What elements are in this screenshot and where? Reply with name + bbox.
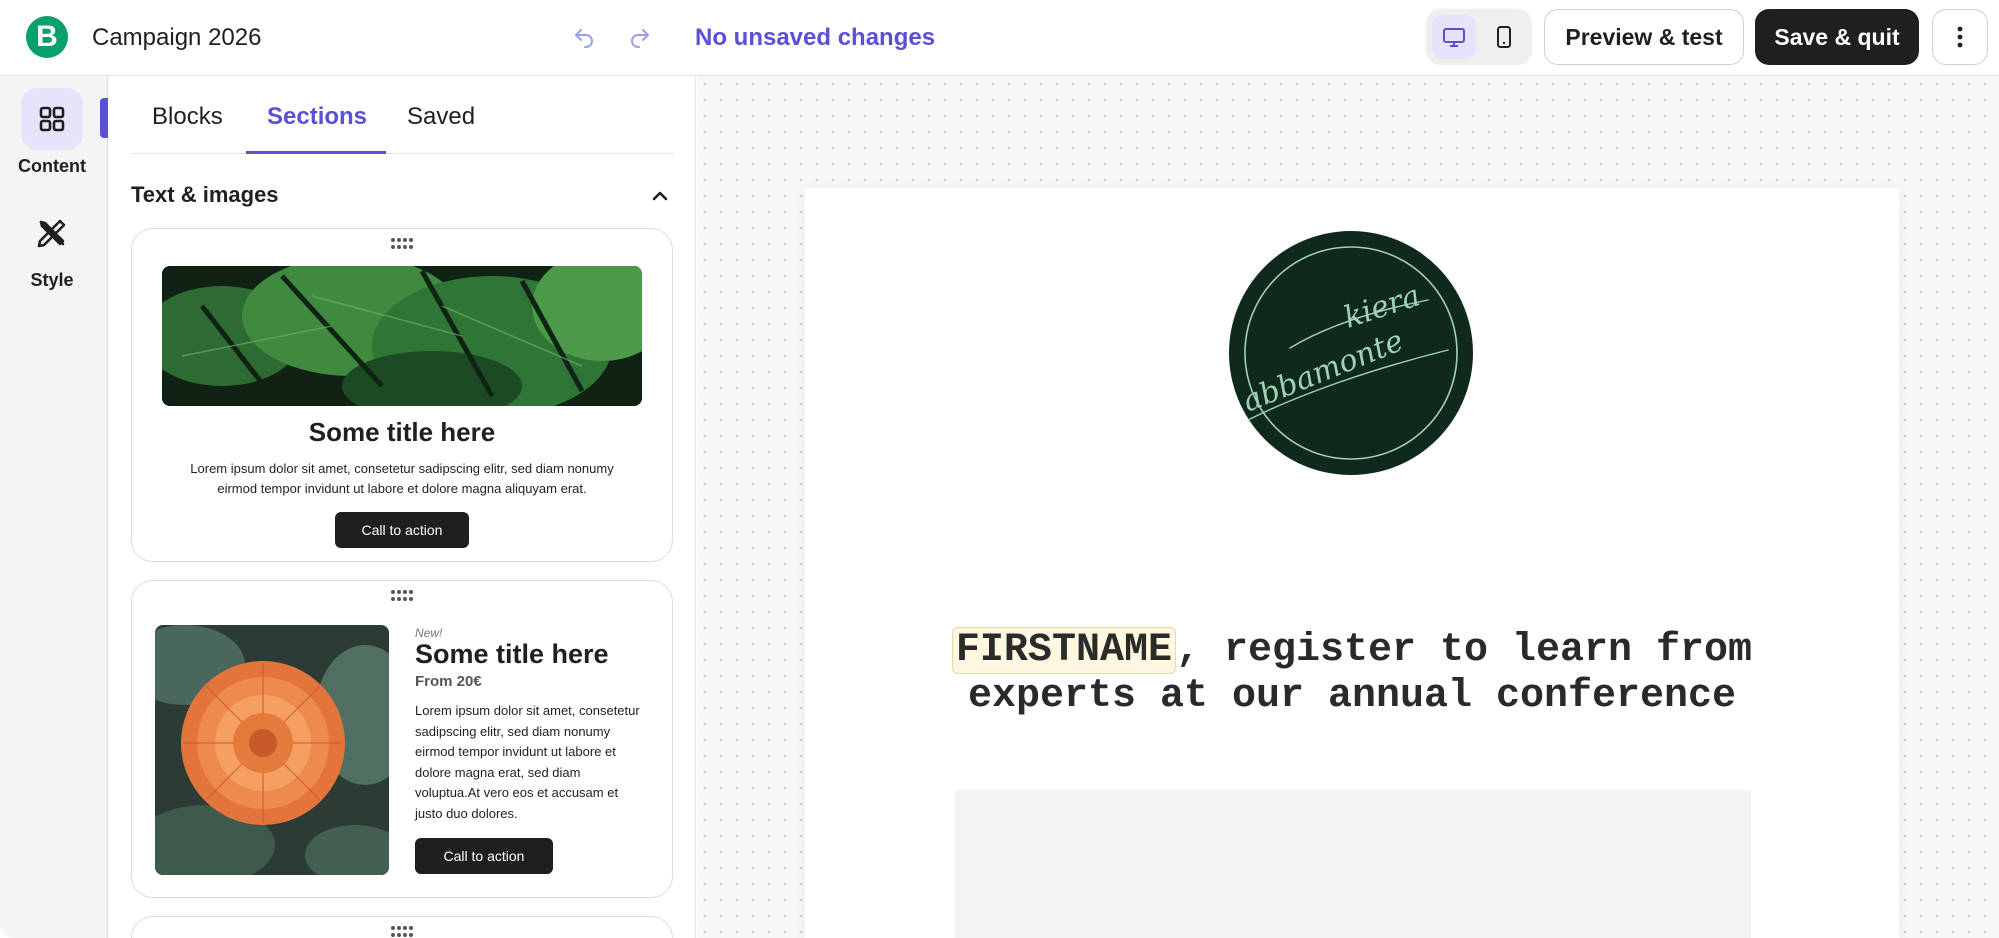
redo-button[interactable] xyxy=(624,22,656,54)
monstera-leaves-image xyxy=(162,266,642,406)
email-preview[interactable]: kiera abbamonte FIRSTNAME, register to l… xyxy=(805,188,1899,938)
redo-icon xyxy=(631,29,649,48)
dahlia-flower-image xyxy=(155,625,389,875)
undo-button[interactable] xyxy=(568,22,600,54)
preview-test-button[interactable]: Preview & test xyxy=(1544,9,1744,65)
section-template-card[interactable]: Some title here Lorem ipsum dolor sit am… xyxy=(131,228,673,562)
grid-icon xyxy=(39,106,65,132)
rail-content-icon-wrap xyxy=(21,88,83,150)
tab-sections[interactable]: Sections xyxy=(267,103,367,131)
rail-item-label: Content xyxy=(18,156,86,176)
campaign-title[interactable]: Campaign 2026 xyxy=(92,24,261,52)
chevron-up-icon[interactable] xyxy=(648,184,672,208)
active-tab-underline xyxy=(246,151,386,154)
more-vertical-icon xyxy=(1957,26,1963,48)
drag-handle-icon[interactable] xyxy=(390,589,414,603)
tab-blocks[interactable]: Blocks xyxy=(152,103,223,131)
call-to-action-button: Call to action xyxy=(335,512,469,548)
rail-item-content[interactable]: Content xyxy=(0,88,104,177)
call-to-action-button: Call to action xyxy=(415,838,553,874)
image-placeholder-block[interactable] xyxy=(955,790,1751,938)
section-template-card[interactable] xyxy=(131,916,673,938)
save-status: No unsaved changes xyxy=(695,24,936,51)
brand-logo-letter: B xyxy=(36,20,58,53)
pen-ruler-icon xyxy=(37,219,66,248)
section-template-card[interactable]: New! Some title here From 20€ Lorem ipsu… xyxy=(131,580,673,898)
panel-tabs: Blocks Sections Saved xyxy=(130,76,674,154)
drag-handle-icon[interactable] xyxy=(390,925,414,938)
drag-handle-icon[interactable] xyxy=(390,237,414,251)
sections-panel: Blocks Sections Saved Text & images Some… xyxy=(108,76,696,938)
mobile-icon xyxy=(1497,26,1511,48)
email-headline[interactable]: FIRSTNAME, register to learn from expert… xyxy=(925,627,1779,720)
desktop-icon xyxy=(1443,28,1465,47)
device-toggle xyxy=(1426,9,1532,65)
kiera-abbamonte-logo[interactable]: kiera abbamonte xyxy=(1228,230,1474,476)
left-rail: Content Style xyxy=(0,76,108,938)
save-quit-button[interactable]: Save & quit xyxy=(1755,9,1919,65)
desktop-view-button[interactable] xyxy=(1432,15,1476,59)
top-bar: B Campaign 2026 No unsaved changes Previ… xyxy=(0,0,1999,76)
editor-canvas[interactable]: kiera abbamonte FIRSTNAME, register to l… xyxy=(697,76,1999,938)
card-title: Some title here xyxy=(415,639,609,669)
card-price: From 20€ xyxy=(415,673,482,690)
mobile-view-button[interactable] xyxy=(1482,15,1526,59)
tab-saved[interactable]: Saved xyxy=(407,103,475,131)
rail-item-style[interactable]: Style xyxy=(0,202,104,291)
firstname-merge-tag[interactable]: FIRSTNAME xyxy=(951,627,1176,674)
card-eyebrow: New! xyxy=(415,626,443,640)
rail-style-icon-wrap xyxy=(21,202,83,264)
section-heading[interactable]: Text & images xyxy=(131,182,279,208)
more-options-button[interactable] xyxy=(1932,9,1988,65)
brand-logo[interactable]: B xyxy=(26,16,68,58)
card-title: Some title here xyxy=(308,417,496,447)
card-body-text: Lorem ipsum dolor sit amet, consetetur s… xyxy=(415,703,640,821)
rail-item-label: Style xyxy=(30,270,74,290)
card-body-text: Lorem ipsum dolor sit amet, consetetur s… xyxy=(190,461,614,496)
undo-icon xyxy=(575,29,593,48)
